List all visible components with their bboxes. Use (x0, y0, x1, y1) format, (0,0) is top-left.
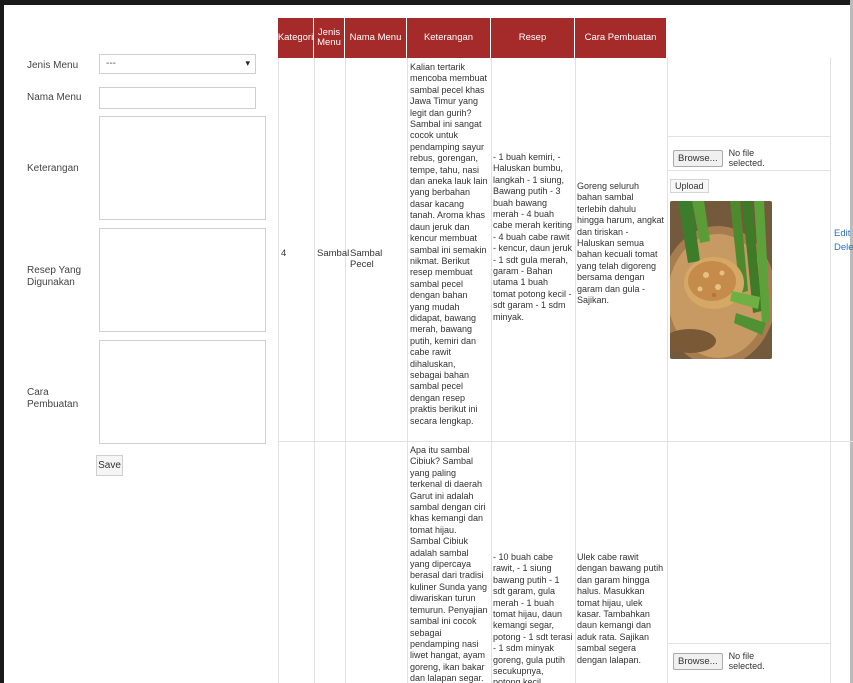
caret-down-icon: ▾ (245, 58, 250, 68)
header-resep: Resep (491, 18, 575, 58)
column-divider (830, 58, 831, 683)
window-left-border (0, 0, 4, 683)
row-keterangan: Kalian tertarik mencoba membuat sambal p… (410, 62, 488, 426)
keterangan-textarea[interactable] (99, 116, 266, 220)
browse-button[interactable]: Browse... (673, 652, 723, 670)
photo-file-input[interactable]: Browse... No file selected. (673, 651, 765, 671)
row-nama-menu: Sambal Pecel (350, 248, 383, 270)
cara-pembuatan-label: Cara Pembuatan (27, 387, 79, 410)
cara-pembuatan-textarea[interactable] (99, 340, 266, 444)
nama-menu-label: Nama Menu (27, 92, 82, 103)
column-divider (407, 58, 408, 683)
upload-button[interactable]: Upload (670, 179, 709, 193)
header-jenis-menu: Jenis Menu (314, 18, 345, 58)
row-keterangan: Apa itu sambal Cibiuk? Sambal yang palin… (410, 445, 488, 683)
delete-link[interactable]: Delete (834, 242, 853, 254)
window-top-border (0, 0, 853, 5)
column-divider (575, 58, 576, 683)
row-resep: - 1 buah kemiri, - Haluskan bumbu, langk… (493, 152, 573, 322)
no-file-label: No file selected. (728, 651, 765, 671)
column-divider (491, 58, 492, 683)
nama-menu-input[interactable] (99, 87, 256, 109)
column-divider (278, 58, 279, 683)
row-kategori: 4 (281, 248, 287, 259)
resep-textarea[interactable] (99, 228, 266, 332)
cell-divider (667, 643, 830, 644)
column-divider (314, 58, 315, 683)
header-cara-pembuatan: Cara Pembuatan (575, 18, 667, 58)
keterangan-label: Keterangan (27, 163, 79, 174)
sambal-pecel-photo (670, 201, 772, 359)
resep-label: Resep Yang Digunakan (27, 265, 82, 288)
header-keterangan: Keterangan (407, 18, 491, 58)
header-kategori: Kategori (278, 18, 314, 58)
no-file-label: No file selected. (728, 148, 765, 168)
browse-button[interactable]: Browse... (673, 149, 723, 167)
column-divider (345, 58, 346, 683)
column-divider (667, 58, 668, 683)
photo-file-input[interactable]: Browse... No file selected. (673, 148, 765, 168)
jenis-menu-value: --- (106, 58, 116, 69)
row-cara-pembuatan: Goreng seluruh bahan sambal terlebih dah… (577, 181, 665, 306)
jenis-menu-label: Jenis Menu (27, 60, 79, 71)
row-cara-pembuatan: Ulek cabe rawit dengan bawang putih dan … (577, 552, 664, 665)
cell-divider (667, 136, 830, 137)
row-jenis-menu: Sambal (317, 248, 350, 259)
header-nama-menu: Nama Menu (345, 18, 407, 58)
jenis-menu-select[interactable]: --- ▾ (99, 54, 256, 74)
row-resep: - 10 buah cabe rawit, - 1 siung bawang p… (493, 552, 573, 683)
save-button[interactable]: Save (96, 455, 123, 476)
edit-link[interactable]: Edit (834, 228, 850, 240)
cell-divider (667, 170, 830, 171)
row-divider (278, 441, 853, 442)
